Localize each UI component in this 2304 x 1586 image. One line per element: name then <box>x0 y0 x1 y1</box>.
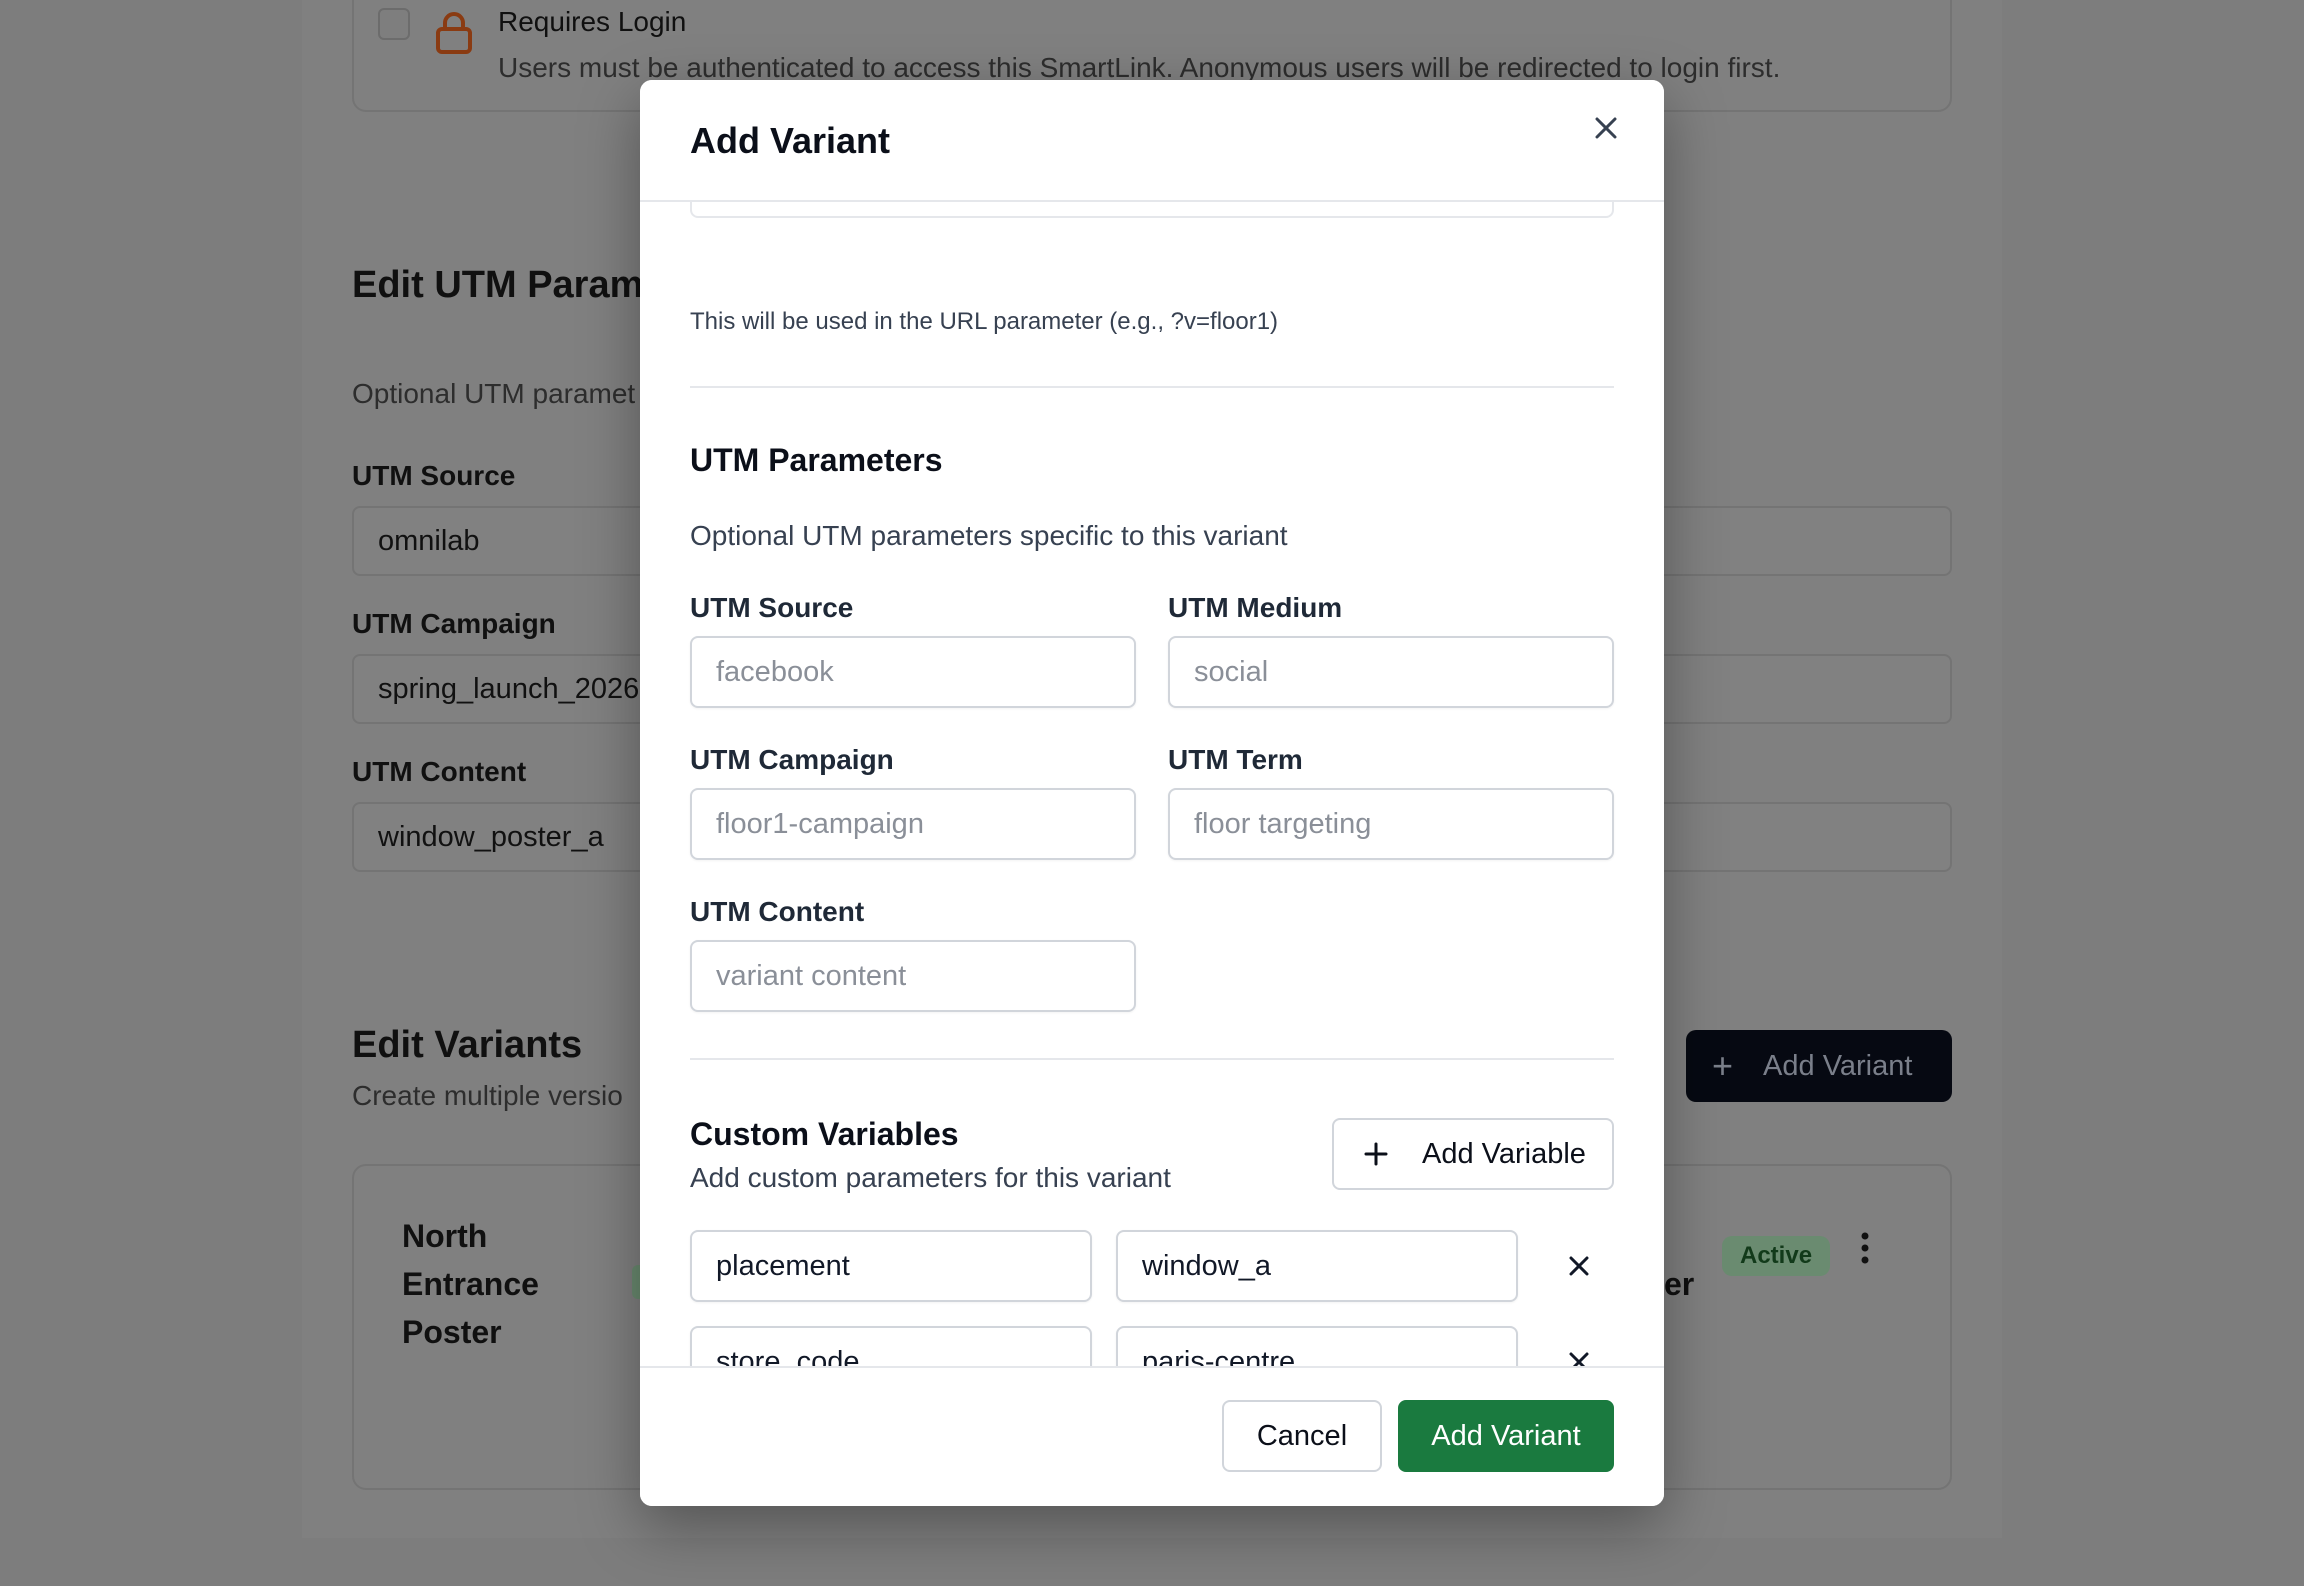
divider <box>690 386 1614 388</box>
add-variant-submit-label: Add Variant <box>1431 1419 1581 1452</box>
add-variable-label: Add Variable <box>1422 1137 1586 1170</box>
utm-medium-input[interactable] <box>1168 636 1614 708</box>
utm-section-subtitle: Optional UTM parameters specific to this… <box>690 520 1288 551</box>
utm-section-title: UTM Parameters <box>690 442 943 478</box>
bg-variants-title: Edit Variants <box>352 1024 583 1066</box>
add-variant-submit-button[interactable]: Add Variant <box>1398 1400 1614 1472</box>
slug-hint: This will be used in the URL parameter (… <box>690 308 1279 335</box>
variant-name-line-3: Poster <box>402 1314 502 1350</box>
slug-input[interactable] <box>690 202 1614 218</box>
lock-icon <box>436 12 472 54</box>
divider <box>690 1058 1614 1060</box>
plus-icon: + <box>1712 1045 1734 1086</box>
bg-utm-title: Edit UTM Parame <box>352 264 665 306</box>
bg-utm-content-label: UTM Content <box>352 756 527 787</box>
status-badge: Active <box>1722 1236 1831 1276</box>
modal-body: This will be used in the URL parameter (… <box>640 202 1664 1448</box>
utm-source-input[interactable] <box>690 636 1136 708</box>
bg-utm-content-value: window_poster_a <box>378 820 604 853</box>
modal-footer: Cancel Add Variant <box>640 1366 1664 1506</box>
add-variable-button[interactable]: Add Variable <box>1332 1118 1614 1190</box>
bg-utm-campaign-label: UTM Campaign <box>352 608 556 639</box>
requires-login-checkbox[interactable] <box>378 8 410 40</box>
variant-name-line-2: Entrance <box>402 1266 539 1302</box>
custom-var-key-input[interactable] <box>690 1230 1092 1302</box>
cancel-label: Cancel <box>1256 1419 1348 1452</box>
bg-add-variant-label: Add Variant <box>1763 1049 1913 1082</box>
remove-variable-icon[interactable] <box>1564 1251 1594 1281</box>
cancel-button[interactable]: Cancel <box>1222 1400 1382 1472</box>
variant-right-fragment: er <box>1664 1266 1695 1302</box>
requires-login-title: Requires Login <box>498 6 687 37</box>
variant-name-line-1: North <box>402 1218 488 1254</box>
bg-utm-campaign-value: spring_launch_2026 <box>378 672 640 705</box>
close-icon[interactable] <box>1588 110 1624 146</box>
custom-vars-title: Custom Variables <box>690 1116 959 1152</box>
custom-var-value-input[interactable] <box>1116 1230 1518 1302</box>
bg-add-variant-button[interactable]: + Add Variant <box>1686 1030 1952 1102</box>
bg-utm-source-label: UTM Source <box>352 460 516 491</box>
add-variant-modal: Add Variant This will be used in the URL… <box>640 80 1664 1506</box>
utm-content-input[interactable] <box>690 940 1136 1012</box>
bg-utm-subtitle: Optional UTM paramet <box>352 378 636 409</box>
bg-utm-source-value: omnilab <box>378 524 480 557</box>
custom-vars-subtitle: Add custom parameters for this variant <box>690 1162 1171 1193</box>
utm-campaign-input[interactable] <box>690 788 1136 860</box>
plus-icon <box>1364 1142 1388 1166</box>
modal-header: Add Variant <box>640 80 1664 202</box>
utm-campaign-label: UTM Campaign <box>690 744 894 775</box>
utm-term-input[interactable] <box>1168 788 1614 860</box>
utm-content-label: UTM Content <box>690 896 865 927</box>
more-vertical-icon[interactable] <box>1856 1230 1874 1266</box>
bg-variants-subtitle: Create multiple versio <box>352 1080 623 1111</box>
modal-title: Add Variant <box>690 120 891 161</box>
utm-term-label: UTM Term <box>1168 744 1303 775</box>
utm-source-label: UTM Source <box>690 592 854 623</box>
utm-medium-label: UTM Medium <box>1168 592 1343 623</box>
